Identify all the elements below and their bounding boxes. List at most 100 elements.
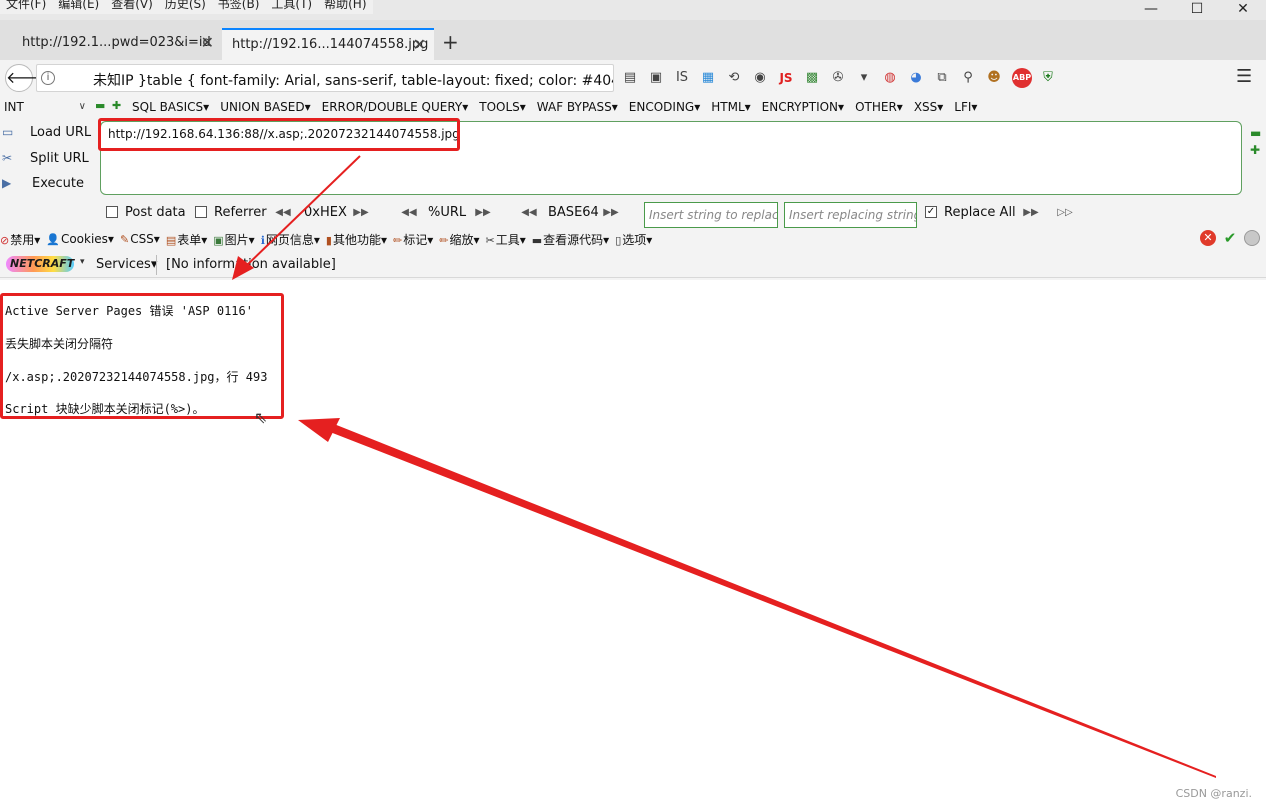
toolbar-status-icons: ✕ ✔ xyxy=(1194,230,1260,246)
rss-icon[interactable]: ▤ xyxy=(618,66,642,90)
tab-previous[interactable]: http://192.1...pwd=023&i=id ✕ xyxy=(12,28,222,60)
menu-waf-bypass[interactable]: WAF BYPASS▾ xyxy=(537,98,618,116)
plus-icon[interactable]: ✚ xyxy=(112,99,121,112)
replace-arrow-icon[interactable]: ▶▶ xyxy=(1018,206,1044,220)
menu-encoding[interactable]: ENCODING▾ xyxy=(629,98,700,116)
marker-icon: ✏ xyxy=(393,233,403,247)
is-icon[interactable]: IS xyxy=(670,66,694,90)
tab-current[interactable]: http://192.16...144074558.jpg ✕ xyxy=(222,28,434,60)
info-icon[interactable]: i xyxy=(41,71,55,85)
close-icon[interactable]: ✕ xyxy=(413,30,426,60)
toolbar-cookies[interactable]: 👤Cookies▾ xyxy=(46,232,114,246)
post-data-checkbox[interactable] xyxy=(106,206,118,218)
menu-encryption[interactable]: ENCRYPTION▾ xyxy=(762,98,844,116)
replace-end-arrow-icon[interactable]: ▷▷ xyxy=(1052,206,1078,220)
url-encoding-label: %URL xyxy=(428,205,467,220)
base64-encode-arrow-icon[interactable]: ▶▶ xyxy=(598,206,624,220)
close-window-button[interactable]: ✕ xyxy=(1220,0,1266,20)
chevron-down-icon[interactable]: ▾ xyxy=(80,257,85,267)
toolbar-options[interactable]: ▯选项▾ xyxy=(615,231,652,248)
chrome-icon[interactable]: ◕ xyxy=(904,66,928,90)
tab-title: http://192.1...pwd=023&i=id xyxy=(22,35,211,50)
address-bar[interactable]: i 未知IP }table { font-family: Arial, sans… xyxy=(36,64,614,92)
refresh-icon[interactable]: ⟲ xyxy=(722,66,746,90)
toolbar-misc-label: 其他功能▾ xyxy=(332,232,388,247)
checkmark-icon[interactable]: ✔ xyxy=(1222,230,1238,246)
status-circle-icon[interactable] xyxy=(1244,230,1260,246)
split-url-button[interactable]: ✂ Split URL xyxy=(2,147,89,169)
color-icon[interactable]: ◍ xyxy=(878,66,902,90)
toolbar-forms[interactable]: ▤表单▾ xyxy=(166,231,207,248)
hex-encode-arrow-icon[interactable]: ▶▶ xyxy=(348,206,374,220)
hex-decode-arrow-icon[interactable]: ◀◀ xyxy=(270,206,296,220)
menu-file[interactable]: 文件(F) xyxy=(0,0,52,14)
url-decode-arrow-icon[interactable]: ◀◀ xyxy=(396,206,422,220)
toolbar-tools[interactable]: ✂工具▾ xyxy=(486,231,526,248)
url-encode-arrow-icon[interactable]: ▶▶ xyxy=(470,206,496,220)
hackbar-options: Post data Referrer ◀◀ 0xHEX ▶▶ ◀◀ %URL ▶… xyxy=(0,200,1266,228)
menu-tools[interactable]: 工具(T) xyxy=(265,0,318,14)
toolbar-view-source[interactable]: ▬查看源代码▾ xyxy=(532,231,609,248)
dropdown-icon[interactable]: ▾ xyxy=(852,66,876,90)
services-menu[interactable]: Services▾ xyxy=(96,257,157,272)
menu-html[interactable]: HTML▾ xyxy=(711,98,750,116)
screenshot-icon[interactable]: ▩ xyxy=(800,66,824,90)
toolbar-resize[interactable]: ✏缩放▾ xyxy=(439,231,479,248)
navigation-bar: 🡐 i 未知IP }table { font-family: Arial, sa… xyxy=(0,60,1266,96)
toolbar-outline-label: 标记▾ xyxy=(403,232,434,247)
menu-view[interactable]: 查看(V) xyxy=(105,0,159,14)
base64-decode-arrow-icon[interactable]: ◀◀ xyxy=(516,206,542,220)
toolbar-misc[interactable]: ▮其他功能▾ xyxy=(326,231,387,248)
execute-button[interactable]: ▶ Execute xyxy=(2,172,84,194)
toolbar-images[interactable]: ▣图片▾ xyxy=(213,231,254,248)
menu-sql-basics[interactable]: SQL BASICS▾ xyxy=(132,98,209,116)
menu-union-based[interactable]: UNION BASED▾ xyxy=(220,98,310,116)
maximize-button[interactable]: ☐ xyxy=(1174,0,1220,20)
type-select[interactable]: INT ∨ xyxy=(2,98,88,116)
menu-error-double-query[interactable]: ERROR/DOUBLE QUERY▾ xyxy=(322,98,469,116)
load-url-button[interactable]: ▭ Load URL xyxy=(2,121,91,143)
menu-xss[interactable]: XSS▾ xyxy=(914,98,943,116)
insert-string-input[interactable]: Insert string to replace xyxy=(644,202,778,228)
toolbar-forms-label: 表单▾ xyxy=(177,232,208,247)
minus-icon[interactable]: ▬ xyxy=(95,99,105,112)
replace-all-checkbox[interactable]: ✓ xyxy=(925,206,937,218)
error-icon[interactable]: ✕ xyxy=(1200,230,1216,246)
menu-bookmarks[interactable]: 书签(B) xyxy=(212,0,266,14)
menu-edit[interactable]: 编辑(E) xyxy=(52,0,105,14)
toolbar-page-info[interactable]: ℹ网页信息▾ xyxy=(261,231,320,248)
windows-icon[interactable]: ▦ xyxy=(696,66,720,90)
menu-help[interactable]: 帮助(H) xyxy=(318,0,372,14)
shield-icon[interactable]: ⛨ xyxy=(1036,66,1060,90)
new-tab-button[interactable]: + xyxy=(442,30,459,54)
plus-icon[interactable]: ✚ xyxy=(1250,143,1260,157)
netcraft-logo[interactable]: NETCRAFT xyxy=(6,256,74,272)
menu-other[interactable]: OTHER▾ xyxy=(855,98,903,116)
minimize-button[interactable]: — xyxy=(1128,0,1174,20)
hex-label: 0xHEX xyxy=(304,205,347,220)
adblock-icon[interactable]: ABP xyxy=(1012,68,1032,88)
toolbar-outline[interactable]: ✏标记▾ xyxy=(393,231,433,248)
menu-history[interactable]: 历史(S) xyxy=(159,0,212,14)
menu-tools-hb[interactable]: TOOLS▾ xyxy=(479,98,526,116)
palette-icon[interactable]: ✇ xyxy=(826,66,850,90)
disable-icon: ⊘ xyxy=(0,233,10,247)
back-button[interactable]: 🡐 xyxy=(5,64,49,92)
annotation-box-url xyxy=(98,118,460,151)
reader-icon[interactable]: ▣ xyxy=(644,66,668,90)
monkey-icon[interactable]: ☻ xyxy=(982,66,1006,90)
menu-lfi[interactable]: LFI▾ xyxy=(954,98,977,116)
toolbar-css[interactable]: ✎CSS▾ xyxy=(120,232,160,246)
referrer-checkbox[interactable] xyxy=(195,206,207,218)
minus-icon[interactable]: ▬ xyxy=(1250,126,1261,140)
tab-strip: http://192.1...pwd=023&i=id ✕ http://192… xyxy=(0,20,1266,60)
toolbar-disable[interactable]: ⊘禁用▾ xyxy=(0,231,40,248)
copy-icon[interactable]: ⧉ xyxy=(930,66,954,90)
info-circle-icon: ℹ xyxy=(260,233,265,247)
replacing-string-input[interactable]: Insert replacing string xyxy=(784,202,917,228)
globe-icon[interactable]: ◉ xyxy=(748,66,772,90)
close-icon[interactable]: ✕ xyxy=(201,28,214,58)
search-icon[interactable]: ⚲ xyxy=(956,66,980,90)
js-icon[interactable]: JS xyxy=(774,66,798,90)
hamburger-menu-icon[interactable]: ☰ xyxy=(1236,68,1254,86)
